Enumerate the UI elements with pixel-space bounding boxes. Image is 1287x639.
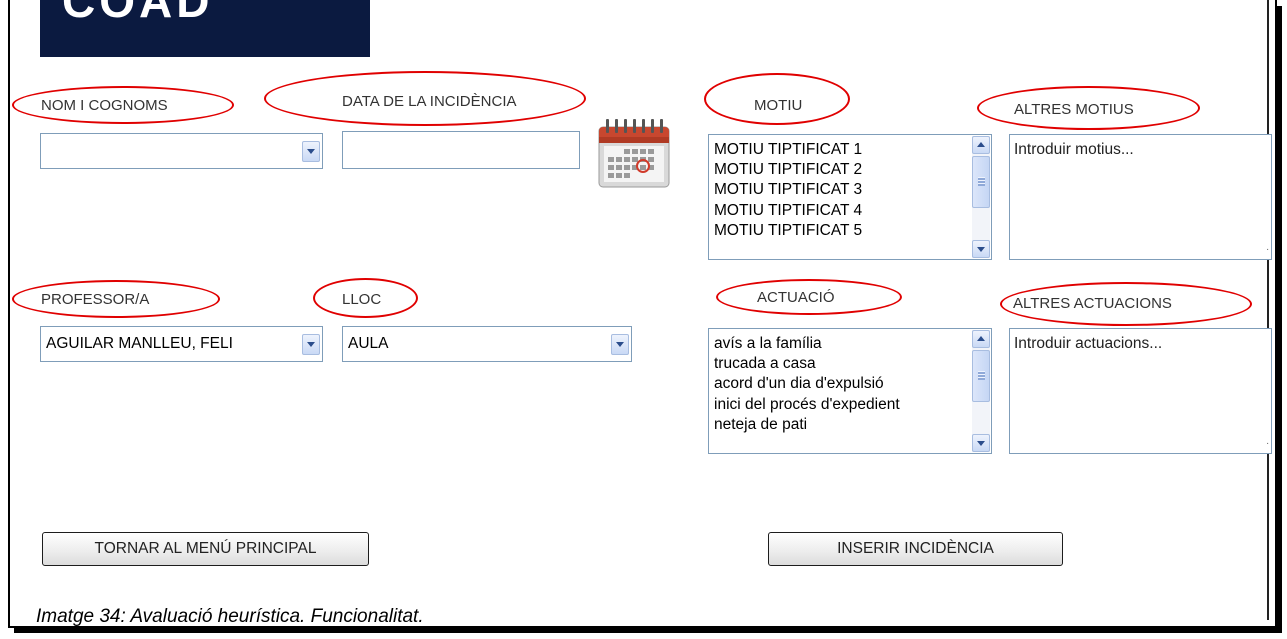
scroll-down-icon[interactable] [972, 434, 990, 452]
annotation-oval [1000, 282, 1252, 326]
scroll-thumb[interactable] [972, 156, 990, 208]
logo-text: COAD [62, 0, 214, 27]
motiu-option[interactable]: MOTIU TIPTIFICAT 3 [714, 180, 862, 200]
chevron-down-icon[interactable] [611, 334, 629, 355]
motiu-options: MOTIU TIPTIFICAT 1 MOTIU TIPTIFICAT 2 MOTI… [714, 140, 862, 241]
scrollbar[interactable] [972, 330, 990, 452]
resize-marker: . [1266, 242, 1269, 253]
nom-select[interactable] [40, 133, 323, 169]
scrollbar[interactable] [972, 136, 990, 258]
professor-select-value: AGUILAR MANLLEU, FELI [46, 335, 233, 352]
scroll-up-icon[interactable] [972, 330, 990, 348]
scroll-up-icon[interactable] [972, 136, 990, 154]
annotation-oval [977, 86, 1200, 130]
frame-shadow [1277, 6, 1282, 633]
annotation-oval [704, 73, 850, 125]
annotation-oval [716, 279, 902, 315]
altres-actuacions-textarea[interactable]: Introduir actuacions... . [1009, 328, 1272, 454]
actuacion-option[interactable]: inici del procés d'expedient [714, 395, 900, 415]
actuacion-option[interactable]: acord d'un dia d'expulsió [714, 374, 900, 394]
actuacion-option[interactable]: trucada a casa [714, 354, 900, 374]
lloc-select-value: AULA [348, 335, 389, 352]
inserir-incidencia-button[interactable]: INSERIR INCIDÈNCIA [768, 532, 1063, 566]
motiu-listbox[interactable]: MOTIU TIPTIFICAT 1 MOTIU TIPTIFICAT 2 MOTI… [708, 134, 992, 260]
figure-caption: Imatge 34: Avaluació heurística. Funcion… [36, 606, 424, 627]
motiu-option[interactable]: MOTIU TIPTIFICAT 4 [714, 201, 862, 221]
calendar-icon[interactable] [596, 113, 673, 190]
motiu-option[interactable]: MOTIU TIPTIFICAT 5 [714, 221, 862, 241]
lloc-select[interactable]: AULA [342, 326, 632, 362]
app-logo: COAD [40, 0, 370, 57]
annotation-oval [12, 86, 234, 124]
frame-shadow [14, 628, 1282, 633]
data-incidencia-input[interactable] [342, 131, 580, 169]
annotation-oval [264, 71, 586, 126]
actuacio-listbox[interactable]: avís a la família trucada a casa acord d'u… [708, 328, 992, 454]
actuacio-options: avís a la família trucada a casa acord d'u… [714, 334, 900, 435]
motiu-option[interactable]: MOTIU TIPTIFICAT 2 [714, 160, 862, 180]
frame-divider [1267, 0, 1269, 620]
tornar-menu-button[interactable]: TORNAR AL MENÚ PRINCIPAL [42, 532, 369, 566]
scroll-down-icon[interactable] [972, 240, 990, 258]
scroll-thumb[interactable] [972, 350, 990, 402]
professor-select[interactable]: AGUILAR MANLLEU, FELI [40, 326, 323, 362]
motiu-option[interactable]: MOTIU TIPTIFICAT 1 [714, 140, 862, 160]
actuacion-option[interactable]: avís a la família [714, 334, 900, 354]
resize-marker: . [1266, 436, 1269, 447]
altres-motius-textarea[interactable]: Introduir motius... . [1009, 134, 1272, 260]
actuacion-option[interactable]: neteja de pati [714, 415, 900, 435]
altres-actuacions-placeholder: Introduir actuacions... [1014, 335, 1163, 352]
chevron-down-icon[interactable] [302, 141, 320, 162]
annotation-oval [313, 278, 418, 318]
chevron-down-icon[interactable] [302, 334, 320, 355]
annotation-oval [12, 280, 220, 318]
altres-motius-placeholder: Introduir motius... [1014, 141, 1134, 158]
